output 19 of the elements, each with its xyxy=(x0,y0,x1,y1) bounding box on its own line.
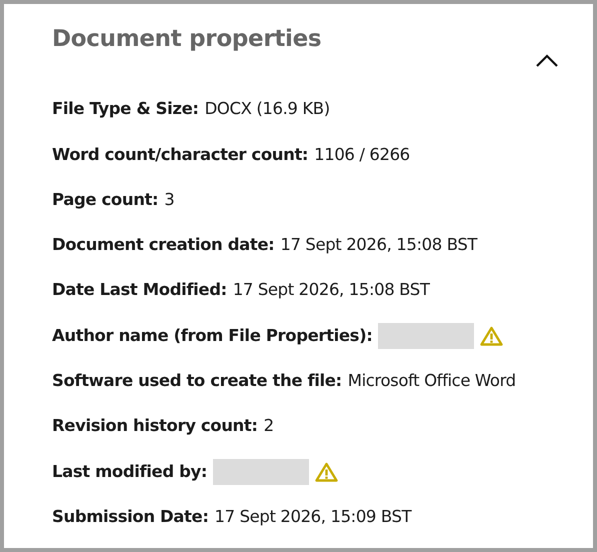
property-label: Page count: xyxy=(52,188,158,211)
property-value: 17 Sept 2026, 15:08 BST xyxy=(232,279,430,302)
property-label: Submission Date: xyxy=(52,506,209,528)
property-label: Revision history count: xyxy=(52,415,258,438)
property-value: 17 Sept 2026, 15:08 BST xyxy=(280,234,478,256)
property-value: 3 xyxy=(164,188,174,211)
property-label: Document creation date: xyxy=(52,234,274,256)
property-label: Word count/character count: xyxy=(52,144,308,166)
panel-title: Document properties xyxy=(52,26,322,54)
property-value: 1106 / 6266 xyxy=(314,144,410,166)
property-value: 17 Sept 2026, 15:09 BST xyxy=(214,506,412,528)
property-label: Date Last Modified: xyxy=(52,279,227,302)
property-value: 2 xyxy=(264,415,274,438)
property-label: File Type & Size: xyxy=(52,98,199,120)
property-value: DOCX (16.9 KB) xyxy=(204,98,330,120)
property-label: Software used to create the file: xyxy=(52,370,342,392)
property-label: Author name (from File Properties): xyxy=(52,324,372,347)
property-value: Microsoft Office Word xyxy=(348,370,516,392)
property-label: Last modified by: xyxy=(52,460,208,483)
